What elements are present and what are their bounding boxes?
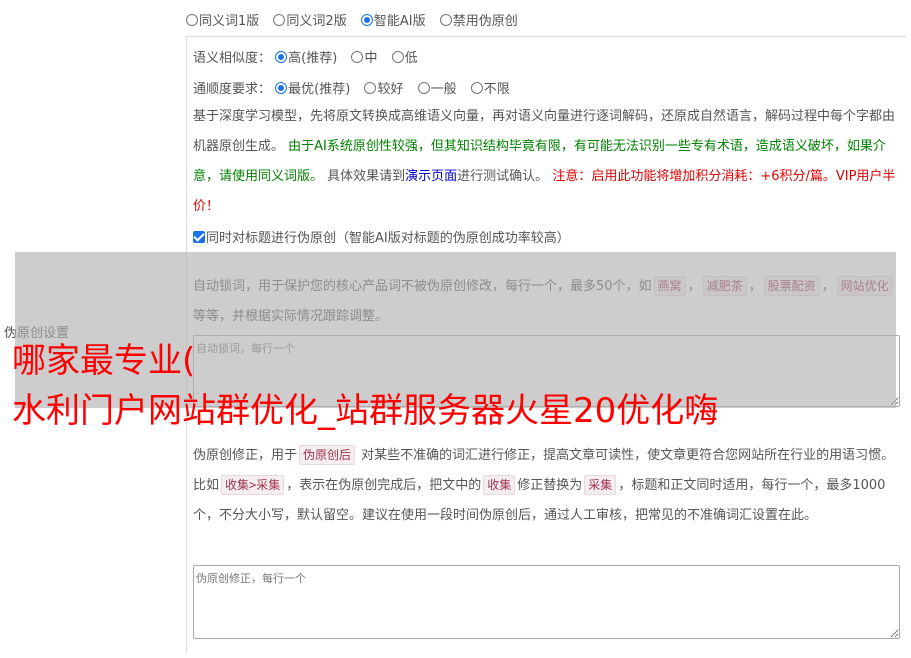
example-tag: 收集 xyxy=(483,475,516,495)
radio-similarity-low[interactable] xyxy=(391,51,404,63)
title-rewrite-option[interactable]: 同时对标题进行伪原创（智能AI版对标题的伪原创成功率较高） xyxy=(193,227,570,246)
ai-description: 基于深度学习模型，先将原文转换成高维语义向量，再对语义向量进行逐词解码，还原成自… xyxy=(193,109,896,214)
radio-fluency-best[interactable] xyxy=(275,82,288,94)
fluency-row: 通顺度要求： 最优(推荐) 较好 一般 不限 xyxy=(193,78,520,97)
lock-words-input[interactable] xyxy=(193,335,900,407)
title-rewrite-checkbox[interactable] xyxy=(193,231,205,243)
radio-similarity-high[interactable] xyxy=(275,51,288,63)
similarity-option-low[interactable]: 低 xyxy=(391,47,418,66)
radio-disable[interactable] xyxy=(439,14,452,26)
title-rewrite-label: 同时对标题进行伪原创（智能AI版对标题的伪原创成功率较高） xyxy=(206,231,570,246)
correction-input[interactable] xyxy=(193,565,900,639)
fluency-label: 通顺度要求： xyxy=(193,82,272,97)
ai-settings-panel: 语义相似度： 高(推荐) 中 低 通顺度要求： 最优(推荐) 较好 一般 不限 … xyxy=(186,36,906,654)
version-selector: 同义词1版 同义词2版 智能AI版 禁用伪原创 xyxy=(186,10,528,29)
version-option-synonym-1[interactable]: 同义词1版 xyxy=(186,10,259,29)
version-option-ai[interactable]: 智能AI版 xyxy=(360,10,426,29)
version-option-synonym-2[interactable]: 同义词2版 xyxy=(273,10,347,29)
example-tag: 燕窝 xyxy=(653,276,686,296)
radio-synonym-1[interactable] xyxy=(186,14,198,26)
example-tag: 股票配资 xyxy=(763,276,820,296)
radio-similarity-mid[interactable] xyxy=(351,51,364,63)
lock-words-description: 自动锁词，用于保护您的核心产品词不被伪原创修改，每行一个，最多50个，如 燕窝，减… xyxy=(193,272,899,332)
similarity-option-mid[interactable]: 中 xyxy=(351,47,377,66)
example-tag: 采集 xyxy=(584,475,617,495)
radio-synonym-2[interactable] xyxy=(273,14,286,26)
version-option-disable[interactable]: 禁用伪原创 xyxy=(439,10,518,29)
similarity-label: 语义相似度： xyxy=(193,51,272,66)
fluency-option-good[interactable]: 较好 xyxy=(364,78,403,97)
fluency-option-best[interactable]: 最优(推荐) xyxy=(275,78,350,97)
section-label: 伪原创设置 xyxy=(4,326,70,341)
fluency-option-any[interactable]: 不限 xyxy=(470,78,510,97)
example-tag: 收集>采集 xyxy=(221,475,285,495)
similarity-option-high[interactable]: 高(推荐) xyxy=(275,47,337,66)
example-tag: 伪原创后 xyxy=(299,445,356,465)
radio-fluency-any[interactable] xyxy=(470,82,483,94)
radio-ai[interactable] xyxy=(360,14,373,26)
fluency-option-normal[interactable]: 一般 xyxy=(417,78,457,97)
similarity-row: 语义相似度： 高(推荐) 中 低 xyxy=(193,47,428,66)
example-tag: 网站优化 xyxy=(836,276,893,296)
example-tag: 减肥茶 xyxy=(702,276,747,296)
radio-fluency-normal[interactable] xyxy=(417,82,430,94)
radio-fluency-good[interactable] xyxy=(364,82,377,94)
correction-description: 伪原创修正，用于 伪原创后 对某些不准确的词汇进行修正，提高文章可读性，使文章更符… xyxy=(193,441,899,531)
demo-page-link[interactable]: 演示页面 xyxy=(405,169,457,184)
